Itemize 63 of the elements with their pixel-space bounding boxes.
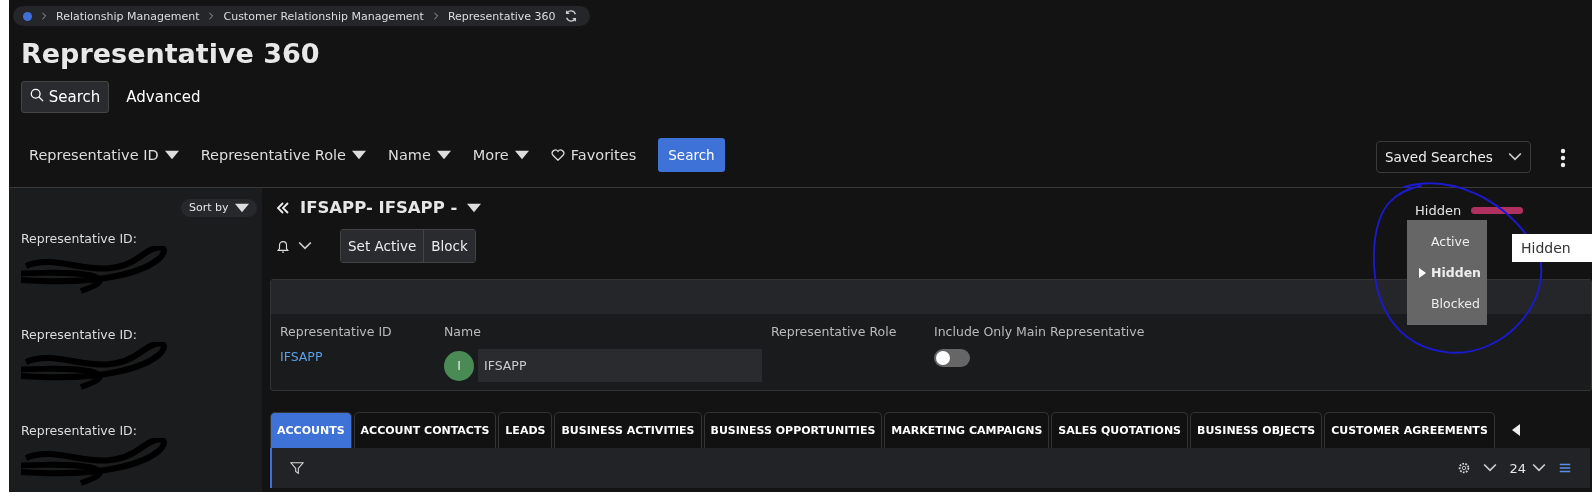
caret-down-icon [514, 148, 529, 162]
record-title: IFSAPP- IFSAPP - [300, 198, 458, 217]
status-menu-item[interactable]: Blocked [1407, 288, 1487, 319]
caret-down-icon [436, 148, 451, 162]
caret-down-icon [164, 148, 179, 162]
filter-dropdown[interactable]: Name [388, 147, 451, 163]
section-tab[interactable]: CUSTOMER AGREEMENTS [1324, 412, 1495, 448]
field-label: Include Only Main Representative [934, 324, 1145, 339]
section-tab[interactable]: LEADS [498, 412, 553, 448]
list-item-label[interactable]: Representative ID: [21, 326, 262, 342]
search-mode-tab[interactable]: Advanced [117, 81, 210, 113]
page-size-dropdown[interactable]: 24 [1509, 460, 1546, 476]
section-tab[interactable]: BUSINESS ACTIVITIES [554, 412, 702, 448]
avatar-initial: I [444, 350, 474, 381]
action-button[interactable]: Set Active [341, 230, 424, 262]
chevron-right-icon [207, 12, 216, 20]
field-label: Name [444, 324, 482, 339]
representative-link[interactable]: IFSAPP [280, 349, 444, 364]
field-label: Representative ID [280, 324, 393, 339]
toggle-switch[interactable] [934, 349, 970, 367]
scroll-left-icon [1510, 424, 1521, 436]
status-label: Hidden [1415, 203, 1462, 218]
breadcrumb-link[interactable]: Customer Relationship Management [223, 9, 424, 23]
filter-dropdown[interactable]: Representative ID [29, 147, 179, 163]
breadcrumb-link[interactable]: Relationship Management [56, 9, 200, 23]
field-label: Representative Role [771, 324, 898, 339]
page-title: Representative 360 [21, 38, 321, 69]
search-mode-tab[interactable]: Search [21, 81, 110, 113]
bell-icon [276, 239, 290, 253]
section-tab[interactable]: SALES QUOTATIONS [1051, 412, 1189, 448]
filter-icon [290, 461, 304, 475]
status-menu-item[interactable]: Hidden [1407, 257, 1487, 288]
section-tab[interactable]: BUSINESS OBJECTS [1190, 412, 1323, 448]
list-view-icon [1558, 461, 1572, 475]
filter-dropdown[interactable]: Representative Role [200, 147, 367, 163]
caret-down-icon [352, 148, 367, 162]
caret-right-icon [1419, 267, 1427, 278]
tooltip: Hidden [1512, 234, 1592, 262]
search-button[interactable]: Search [658, 138, 725, 172]
heart-icon [550, 148, 565, 162]
chevron-right-icon [40, 12, 48, 20]
refresh-icon [563, 9, 578, 23]
name-field: IFSAPP [478, 349, 762, 382]
section-tab[interactable]: BUSINESS OPPORTUNITIES [703, 412, 883, 448]
action-button[interactable]: Block [423, 230, 475, 262]
search-icon [30, 88, 44, 102]
status-bar [1471, 207, 1524, 214]
more-options-icon [1560, 148, 1566, 168]
section-tab[interactable]: ACCOUNT CONTACTS [353, 412, 497, 448]
filter-dropdown[interactable]: More [472, 147, 529, 163]
status-menu-item[interactable]: Active [1407, 226, 1487, 257]
chevron-right-icon [431, 12, 440, 20]
favorites-button[interactable]: Favorites [550, 147, 637, 163]
saved-searches-dropdown[interactable]: Saved Searches [1376, 141, 1531, 173]
home-dot-icon[interactable] [23, 11, 32, 21]
list-item-label[interactable]: Representative ID: [21, 422, 262, 438]
section-tab[interactable]: MARKETING CAMPAIGNS [884, 412, 1050, 448]
settings-icon [1457, 461, 1472, 475]
double-chevron-left-icon [276, 200, 290, 215]
list-item-label[interactable]: Representative ID: [21, 230, 262, 246]
breadcrumb-link[interactable]: Representative 360 [447, 9, 556, 23]
section-tab[interactable]: ACCOUNTS [270, 412, 352, 448]
sort-by-button[interactable]: Sort by [181, 198, 257, 217]
